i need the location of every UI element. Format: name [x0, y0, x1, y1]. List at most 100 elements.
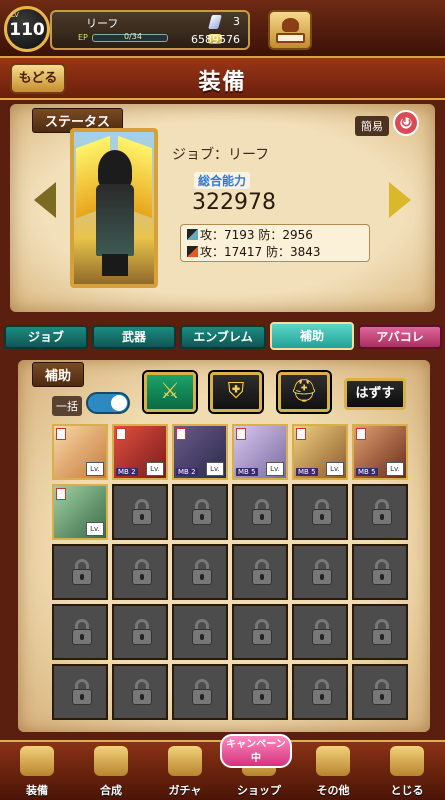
- support-card-slot[interactable]: MB 5 Lv.: [232, 424, 288, 480]
- card-mb-label: MB 2: [176, 468, 198, 476]
- nav-item-equip[interactable]: 装備: [0, 742, 74, 800]
- gem-count: 3: [233, 15, 240, 28]
- filter-sword-button[interactable]: ⚔: [144, 372, 196, 412]
- lock-hole: [80, 634, 84, 640]
- gold-count: 6589576: [191, 33, 240, 46]
- lock-hole: [140, 574, 144, 580]
- stat-row-2-text: 攻：17417 防：3843: [200, 245, 321, 259]
- lock-hole: [80, 694, 84, 700]
- filter-armor-button[interactable]: ⛨: [210, 372, 262, 412]
- campaign-badge[interactable]: キャンペーン中: [220, 734, 292, 768]
- character-legs: [102, 254, 128, 276]
- remove-all-button[interactable]: はずす: [344, 378, 406, 410]
- card-level-badge: Lv.: [86, 462, 104, 476]
- character-body: [96, 184, 134, 256]
- player-info-panel: リーフ EP 0/34 3 6589576: [50, 10, 250, 50]
- card-rank-icon: [116, 428, 126, 440]
- prev-character-arrow-icon[interactable]: [34, 182, 56, 218]
- locked-slot: [232, 484, 288, 540]
- level-label: LV: [11, 11, 19, 19]
- nav-item-close[interactable]: とじる: [370, 742, 444, 800]
- title-bar: もどる 装備: [0, 58, 445, 100]
- stat-row-2: 攻：17417 防：3843: [187, 244, 321, 260]
- bulk-toggle[interactable]: [86, 392, 130, 414]
- stats-box: 攻：7193 防：2956 攻：17417 防：3843: [180, 224, 370, 262]
- next-character-arrow-icon[interactable]: [389, 182, 411, 218]
- tab-emblem[interactable]: エンブレム: [180, 325, 266, 349]
- tab-job[interactable]: ジョブ: [4, 325, 88, 349]
- level-value: 110: [9, 20, 45, 40]
- sword-icon: ⚔: [160, 379, 180, 404]
- status-panel: ステータス 簡易 ↻ ジョブ：リーフ 総合能力 322978 攻：7193 防：…: [10, 104, 435, 312]
- helmet-icon: ⛑: [290, 379, 318, 404]
- stat-row-1-text: 攻：7193 防：2956: [200, 228, 313, 242]
- card-level-badge: Lv.: [86, 522, 104, 536]
- tab-avatar-collection[interactable]: アバコレ: [358, 325, 442, 349]
- level-badge: LV 110: [4, 6, 50, 52]
- card-level-badge: Lv.: [146, 462, 164, 476]
- lock-hole: [140, 514, 144, 520]
- support-card-slot[interactable]: Lv.: [52, 484, 108, 540]
- lock-hole: [80, 574, 84, 580]
- support-card-slot[interactable]: Lv.: [52, 424, 108, 480]
- support-card-slot[interactable]: MB 5 Lv.: [292, 424, 348, 480]
- lock-hole: [200, 514, 204, 520]
- locked-slot: [232, 664, 288, 720]
- locked-slot: [352, 604, 408, 660]
- card-rank-icon: [56, 428, 66, 440]
- locked-slot: [112, 484, 168, 540]
- refresh-icon[interactable]: ↻: [393, 110, 419, 136]
- nav-item-gear[interactable]: その他: [296, 742, 370, 800]
- tab-weapon[interactable]: 武器: [92, 325, 176, 349]
- close-icon: [390, 746, 424, 776]
- character-portrait: [70, 128, 158, 288]
- locked-slot: [352, 544, 408, 600]
- locked-slot: [292, 604, 348, 660]
- support-card-slot[interactable]: MB 2 Lv.: [112, 424, 168, 480]
- locked-slot: [292, 664, 348, 720]
- lock-hole: [260, 694, 264, 700]
- locked-slot: [112, 604, 168, 660]
- support-card-slot[interactable]: MB 5 Lv.: [352, 424, 408, 480]
- nav-label: 装備: [26, 784, 48, 797]
- equip-tabs: ジョブ 武器 エンブレム 補助 アバコレ: [0, 322, 445, 352]
- support-panel: 補助 一括 ⚔ ⛨ ⛑ はずす Lv. MB 2 Lv. MB 2 Lv. MB 5 Lv.…: [18, 360, 430, 732]
- nav-label: 合成: [100, 784, 122, 797]
- ep-value: 0/34: [124, 32, 142, 41]
- locked-slot: [52, 544, 108, 600]
- lock-hole: [260, 634, 264, 640]
- locked-slot: [172, 484, 228, 540]
- nav-label: とじる: [390, 784, 424, 797]
- total-power-label: 総合能力: [194, 172, 251, 189]
- player-name: リーフ: [86, 17, 119, 30]
- profile-book-button[interactable]: [268, 10, 312, 50]
- lock-hole: [380, 694, 384, 700]
- card-mb-label: MB 5: [296, 468, 318, 476]
- nav-item-gacha[interactable]: ガチャ: [148, 742, 222, 800]
- support-section-label: 補助: [32, 362, 85, 387]
- card-rank-icon: [236, 428, 246, 440]
- nav-item-hammer[interactable]: 合成: [74, 742, 148, 800]
- support-card-slot[interactable]: MB 2 Lv.: [172, 424, 228, 480]
- job-name: ジョブ：リーフ: [172, 147, 270, 163]
- lock-hole: [380, 634, 384, 640]
- profile-icon: [282, 18, 299, 32]
- simple-view-toggle[interactable]: 簡易: [355, 116, 389, 136]
- book-icon: [276, 33, 305, 43]
- lock-hole: [260, 514, 264, 520]
- lock-hole: [200, 634, 204, 640]
- card-mb-label: MB 2: [116, 468, 138, 476]
- lock-hole: [380, 574, 384, 580]
- filter-helmet-button[interactable]: ⛑: [278, 372, 330, 412]
- locked-slot: [172, 604, 228, 660]
- nav-label: その他: [316, 784, 350, 797]
- lock-hole: [320, 634, 324, 640]
- screen-title: 装備: [198, 70, 247, 95]
- tab-support[interactable]: 補助: [270, 322, 354, 350]
- card-rank-icon: [56, 488, 66, 500]
- lock-hole: [140, 634, 144, 640]
- lock-hole: [320, 514, 324, 520]
- nav-label: ガチャ: [168, 784, 202, 797]
- locked-slot: [172, 544, 228, 600]
- lock-hole: [380, 514, 384, 520]
